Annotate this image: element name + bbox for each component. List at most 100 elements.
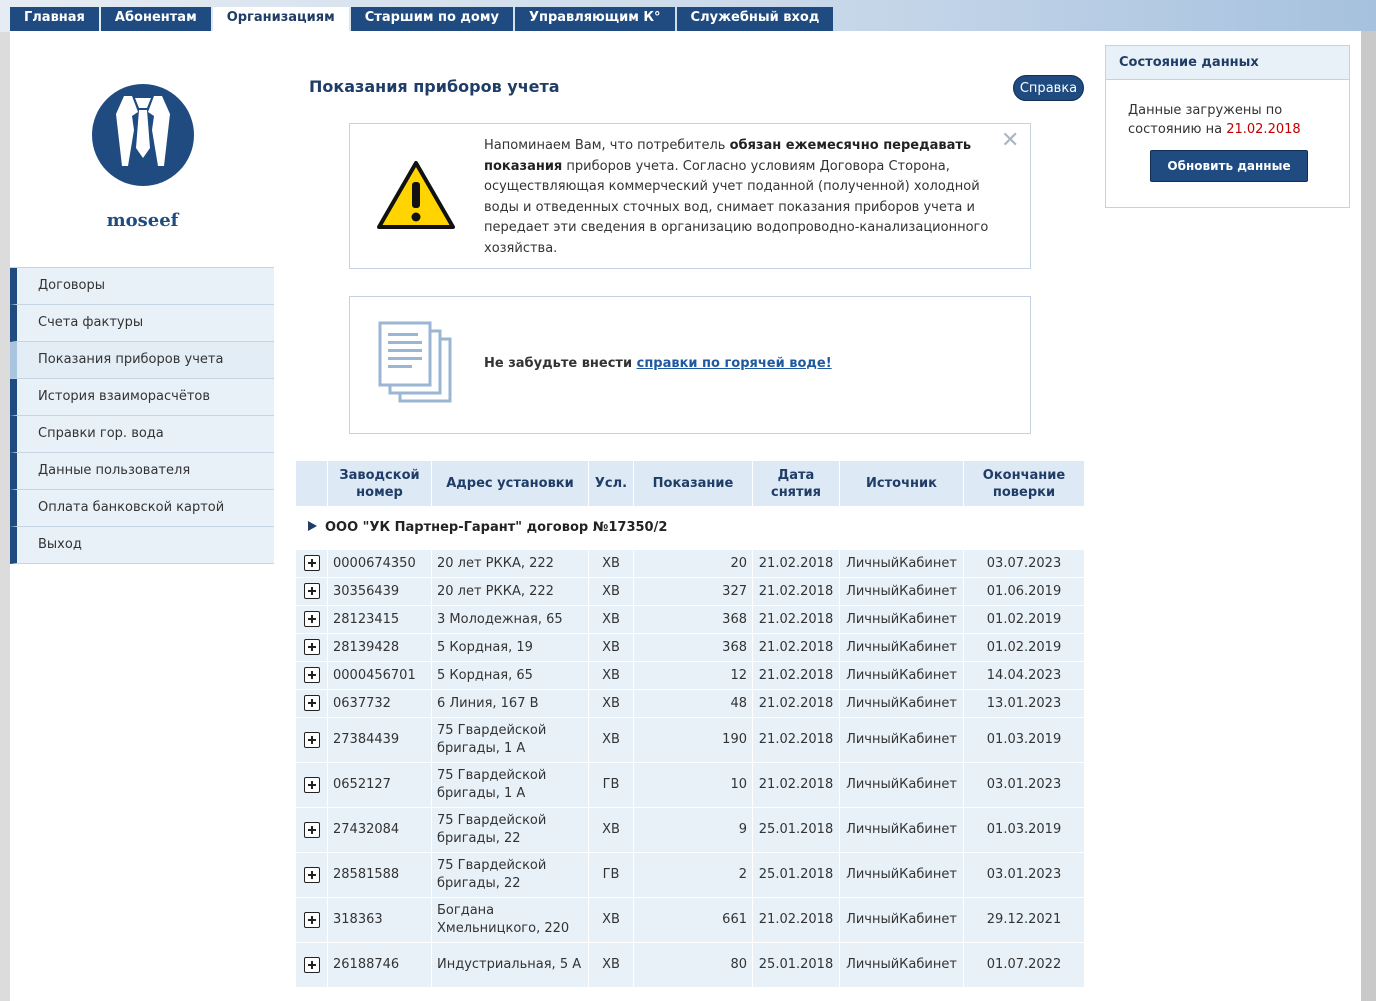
expand-plus-icon[interactable] <box>303 776 320 793</box>
column-header[interactable]: Показание <box>633 460 753 507</box>
sidebar-item-settlement-history[interactable]: История взаиморасчётов <box>10 379 274 416</box>
expand-column-header <box>295 460 328 507</box>
verification-end-cell: 01.02.2019 <box>963 605 1085 634</box>
expand-plus-icon[interactable] <box>303 911 320 928</box>
table-row: 27432084 75 Гвардейской бригады, 22 ХВ 9 25.… <box>295 807 1085 853</box>
source-cell: ЛичныйКабинет <box>839 605 964 634</box>
serial-number-cell: 0000456701 <box>327 661 432 690</box>
reading-date-cell: 25.01.2018 <box>752 852 840 898</box>
table-row: 318363 Богдана Хмельницкого, 220 ХВ 661 21.0… <box>295 897 1085 943</box>
expand-plus-icon[interactable] <box>303 555 320 571</box>
sidebar-item-hot-water-certificates[interactable]: Справки гор. вода <box>10 416 274 453</box>
documents-icon <box>378 321 452 403</box>
verification-end-cell: 01.07.2022 <box>963 942 1085 988</box>
sidebar-item-meter-readings[interactable]: Показания приборов учета <box>10 342 274 379</box>
tab-service-login[interactable]: Служебный вход <box>676 7 834 31</box>
source-cell: ЛичныйКабинет <box>839 577 964 606</box>
close-icon[interactable]: ✕ <box>1001 128 1019 153</box>
reading-date-cell: 21.02.2018 <box>752 633 840 662</box>
service-cell: ХВ <box>588 807 634 853</box>
table-row: 30356439 20 лет РККА, 222 ХВ 327 21.02.2018 Л… <box>295 577 1085 606</box>
expand-plus-icon[interactable] <box>303 583 320 599</box>
table-row: 28581588 75 Гвардейской бригады, 22 ГВ 2 25.… <box>295 852 1085 898</box>
expand-triangle-icon[interactable] <box>308 521 317 531</box>
hot-water-certificates-link[interactable]: справки по горячей воде! <box>637 356 832 371</box>
sidebar-item-logout[interactable]: Выход <box>10 527 274 564</box>
reading-cell: 80 <box>633 942 753 988</box>
verification-end-cell: 29.12.2021 <box>963 897 1085 943</box>
column-header[interactable]: Заводской номер <box>327 460 432 507</box>
expand-cell <box>295 661 328 690</box>
column-header[interactable]: Источник <box>839 460 964 507</box>
tab-management-companies[interactable]: Управляющим К° <box>514 7 675 31</box>
expand-cell <box>295 605 328 634</box>
address-cell: 20 лет РККА, 222 <box>431 577 589 606</box>
service-cell: ХВ <box>588 717 634 763</box>
tab-subscribers[interactable]: Абонентам <box>100 7 211 31</box>
hot-water-reminder: Не забудьте внести справки по горячей во… <box>349 296 1031 434</box>
help-button[interactable]: Справка <box>1013 75 1084 101</box>
warning-icon <box>377 161 455 229</box>
contract-group-cell[interactable]: ООО "УК Партнер-Гарант" договор №17350/2 <box>295 506 1085 550</box>
reading-cell: 10 <box>633 762 753 808</box>
column-header[interactable]: Окончание поверки <box>963 460 1085 507</box>
column-header[interactable]: Усл. <box>588 460 634 507</box>
reading-date-cell: 21.02.2018 <box>752 549 840 578</box>
tab-house-seniors[interactable]: Старшим по дому <box>350 7 513 31</box>
sidebar-menu: Договоры Счета фактуры Показания приборо… <box>10 267 274 564</box>
sidebar-item-contracts[interactable]: Договоры <box>10 268 274 305</box>
reading-cell: 48 <box>633 689 753 718</box>
address-cell: 5 Кордная, 65 <box>431 661 589 690</box>
expand-plus-icon[interactable] <box>303 731 320 748</box>
reading-cell: 327 <box>633 577 753 606</box>
serial-number-cell: 27432084 <box>327 807 432 853</box>
serial-number-cell: 28581588 <box>327 852 432 898</box>
table-row: 0652127 75 Гвардейской бригады, 1 А ГВ 10 21… <box>295 762 1085 808</box>
sidebar-item-invoices[interactable]: Счета фактуры <box>10 305 274 342</box>
source-cell: ЛичныйКабинет <box>839 762 964 808</box>
tab-home[interactable]: Главная <box>10 7 99 31</box>
tab-organizations[interactable]: Организациям <box>212 7 349 31</box>
verification-end-cell: 01.02.2019 <box>963 633 1085 662</box>
expand-plus-icon[interactable] <box>303 667 320 683</box>
column-header[interactable]: Адрес установки <box>431 460 589 507</box>
reading-date-cell: 21.02.2018 <box>752 717 840 763</box>
page-right-border <box>1361 31 1376 1001</box>
service-cell: ХВ <box>588 605 634 634</box>
table-row: 26188746 Индустриальная, 5 А ХВ 80 25.01.201… <box>295 942 1085 988</box>
serial-number-cell: 28123415 <box>327 605 432 634</box>
reading-cell: 368 <box>633 633 753 662</box>
status-text: Данные загружены по состоянию на 21.02.2… <box>1128 103 1301 137</box>
reading-cell: 2 <box>633 852 753 898</box>
sidebar-item-user-data[interactable]: Данные пользователя <box>10 453 274 490</box>
source-cell: ЛичныйКабинет <box>839 852 964 898</box>
expand-plus-icon[interactable] <box>303 866 320 883</box>
table-row: 0000456701 5 Кордная, 65 ХВ 12 21.02.2018 Лич… <box>295 661 1085 690</box>
reading-date-cell: 21.02.2018 <box>752 605 840 634</box>
expand-plus-icon[interactable] <box>303 611 320 627</box>
verification-end-cell: 13.01.2023 <box>963 689 1085 718</box>
expand-plus-icon[interactable] <box>303 639 320 655</box>
expand-plus-icon[interactable] <box>303 695 320 711</box>
reminder-notice: Напоминаем Вам, что потребитель обязан е… <box>349 123 1031 269</box>
sidebar-item-card-payment[interactable]: Оплата банковской картой <box>10 490 274 527</box>
expand-cell <box>295 717 328 763</box>
expand-plus-icon[interactable] <box>303 821 320 838</box>
column-header[interactable]: Дата снятия <box>752 460 840 507</box>
serial-number-cell: 0000674350 <box>327 549 432 578</box>
refresh-data-button[interactable]: Обновить данные <box>1150 150 1308 182</box>
service-cell: ХВ <box>588 633 634 662</box>
reading-cell: 368 <box>633 605 753 634</box>
address-cell: 3 Молодежная, 65 <box>431 605 589 634</box>
expand-cell <box>295 852 328 898</box>
verification-end-cell: 03.01.2023 <box>963 762 1085 808</box>
verification-end-cell: 03.07.2023 <box>963 549 1085 578</box>
serial-number-cell: 0637732 <box>327 689 432 718</box>
status-date: 21.02.2018 <box>1226 121 1301 137</box>
reading-date-cell: 25.01.2018 <box>752 942 840 988</box>
contract-group-row[interactable]: ООО "УК Партнер-Гарант" договор №17350/2 <box>295 506 1085 550</box>
address-cell: 75 Гвардейской бригады, 1 А <box>431 717 589 763</box>
expand-plus-icon[interactable] <box>303 956 320 973</box>
contract-group-label: ООО "УК Партнер-Гарант" договор №17350/2 <box>325 520 668 535</box>
source-cell: ЛичныйКабинет <box>839 942 964 988</box>
